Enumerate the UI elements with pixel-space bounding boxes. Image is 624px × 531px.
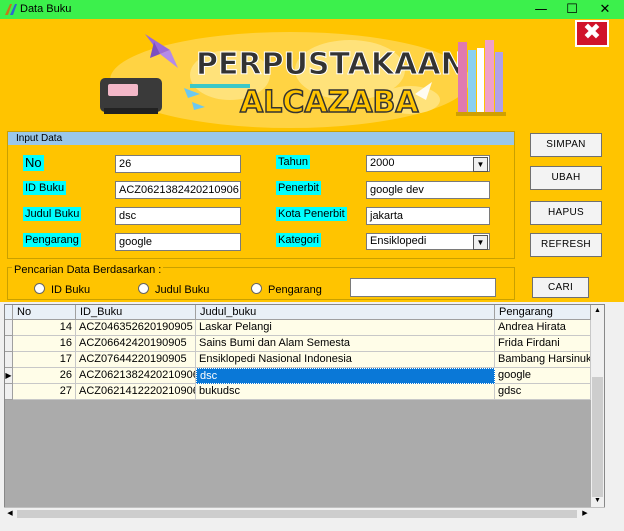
cell-judul[interactable]: bukudsc: [196, 384, 495, 400]
maximize-button[interactable]: ☐: [557, 0, 587, 19]
row-header[interactable]: [5, 384, 13, 400]
cell-idbuku[interactable]: ACZ0621412220210906: [76, 384, 196, 400]
simpan-button[interactable]: SIMPAN: [530, 133, 602, 157]
tahun-select[interactable]: 2000 ▼: [366, 155, 490, 172]
kategori-value: Ensiklopedi: [370, 235, 427, 247]
tahun-value: 2000: [370, 157, 395, 169]
column-header-judul[interactable]: Judul_buku: [196, 305, 495, 320]
cell-pengarang[interactable]: Bambang Harsinuks: [495, 352, 591, 368]
grid-corner: [5, 305, 13, 320]
cell-no[interactable]: 16: [13, 336, 76, 352]
cell-pengarang[interactable]: google: [495, 368, 591, 384]
cell-judul[interactable]: Laskar Pelangi: [196, 320, 495, 336]
cell-no[interactable]: 26: [13, 368, 76, 384]
hapus-button[interactable]: HAPUS: [530, 201, 602, 225]
radio-pengarang[interactable]: Pengarang: [251, 283, 322, 296]
radio-pengarang-label: Pengarang: [268, 284, 322, 296]
banner-image: PERPUSTAKAAN ALCAZABA: [100, 32, 506, 128]
cell-idbuku[interactable]: ACZ046352620190905: [76, 320, 196, 336]
judul-label: Judul Buku: [23, 207, 82, 221]
cell-no[interactable]: 14: [13, 320, 76, 336]
row-header[interactable]: [5, 320, 13, 336]
window-title: Data Buku: [20, 3, 72, 15]
penerbit-field[interactable]: google dev: [366, 181, 490, 199]
kategori-label: Kategori: [276, 233, 321, 247]
judul-field[interactable]: dsc: [115, 207, 241, 225]
input-data-title: Input Data: [16, 133, 63, 144]
row-header[interactable]: [5, 336, 13, 352]
cell-no[interactable]: 17: [13, 352, 76, 368]
penerbit-label: Penerbit: [276, 181, 321, 195]
cell-judul-selected[interactable]: dsc: [196, 368, 495, 384]
idbuku-field[interactable]: ACZ0621382420210906: [115, 181, 241, 199]
cell-judul[interactable]: Sains Bumi dan Alam Semesta: [196, 336, 495, 352]
idbuku-label: ID Buku: [23, 181, 67, 195]
cell-pengarang[interactable]: Andrea Hirata: [495, 320, 591, 336]
tahun-label: Tahun: [276, 155, 310, 169]
radio-idbuku-label: ID Buku: [51, 284, 91, 296]
cell-pengarang[interactable]: Frida Firdani: [495, 336, 591, 352]
close-form-button[interactable]: ✖: [575, 20, 609, 47]
pengarang-label: Pengarang: [23, 233, 81, 247]
no-label: No: [23, 155, 44, 171]
kota-label: Kota Penerbit: [276, 207, 347, 221]
chevron-down-icon[interactable]: ▼: [473, 235, 488, 250]
scroll-right-icon[interactable]: ▶: [579, 508, 591, 520]
horizontal-scrollbar[interactable]: ◀ ▶: [4, 507, 605, 520]
column-header-idbuku[interactable]: ID_Buku: [76, 305, 196, 320]
radio-idbuku[interactable]: ID Buku: [34, 283, 90, 296]
kategori-select[interactable]: Ensiklopedi ▼: [366, 233, 490, 250]
app-icon: [5, 4, 17, 15]
no-field[interactable]: 26: [115, 155, 241, 173]
vertical-scrollbar[interactable]: ▲ ▼: [591, 305, 604, 507]
minimize-button[interactable]: —: [526, 0, 556, 19]
refresh-button[interactable]: REFRESH: [530, 233, 602, 257]
column-header-no[interactable]: No: [13, 305, 76, 320]
scroll-left-icon[interactable]: ◀: [4, 508, 16, 520]
radio-judulbuku-label: Judul Buku: [155, 284, 210, 296]
banner-subtitle: ALCAZABA: [240, 85, 419, 120]
radio-icon[interactable]: [251, 283, 262, 294]
title-bar: Data Buku — ☐ ✕: [0, 0, 624, 19]
cell-judul[interactable]: Ensiklopedi Nasional Indonesia: [196, 352, 495, 368]
cari-button[interactable]: CARI: [532, 277, 589, 298]
window-close-button[interactable]: ✕: [590, 0, 620, 19]
radio-icon[interactable]: [34, 283, 45, 294]
radio-judulbuku[interactable]: Judul Buku: [138, 283, 209, 296]
column-header-pengarang[interactable]: Pengarang: [495, 305, 591, 320]
cell-idbuku[interactable]: ACZ07644220190905: [76, 352, 196, 368]
cell-idbuku[interactable]: ACZ06642420190905: [76, 336, 196, 352]
search-input[interactable]: [350, 278, 496, 297]
cell-no[interactable]: 27: [13, 384, 76, 400]
horizontal-scroll-thumb[interactable]: [17, 510, 577, 518]
chevron-down-icon[interactable]: ▼: [473, 157, 488, 172]
kota-field[interactable]: jakarta: [366, 207, 490, 225]
ubah-button[interactable]: UBAH: [530, 166, 602, 190]
current-row-marker[interactable]: ▶: [5, 368, 13, 384]
scroll-up-icon[interactable]: ▲: [591, 305, 604, 317]
input-data-header: Input Data: [8, 132, 514, 145]
radio-icon[interactable]: [138, 283, 149, 294]
cell-idbuku[interactable]: ACZ0621382420210906: [76, 368, 196, 384]
vertical-scroll-thumb[interactable]: [592, 377, 603, 497]
scroll-down-icon[interactable]: ▼: [591, 495, 604, 507]
pengarang-field[interactable]: google: [115, 233, 241, 251]
search-legend: Pencarian Data Berdasarkan :: [12, 264, 164, 276]
cell-pengarang[interactable]: gdsc: [495, 384, 591, 400]
banner-title: PERPUSTAKAAN: [196, 47, 466, 82]
row-header[interactable]: [5, 352, 13, 368]
